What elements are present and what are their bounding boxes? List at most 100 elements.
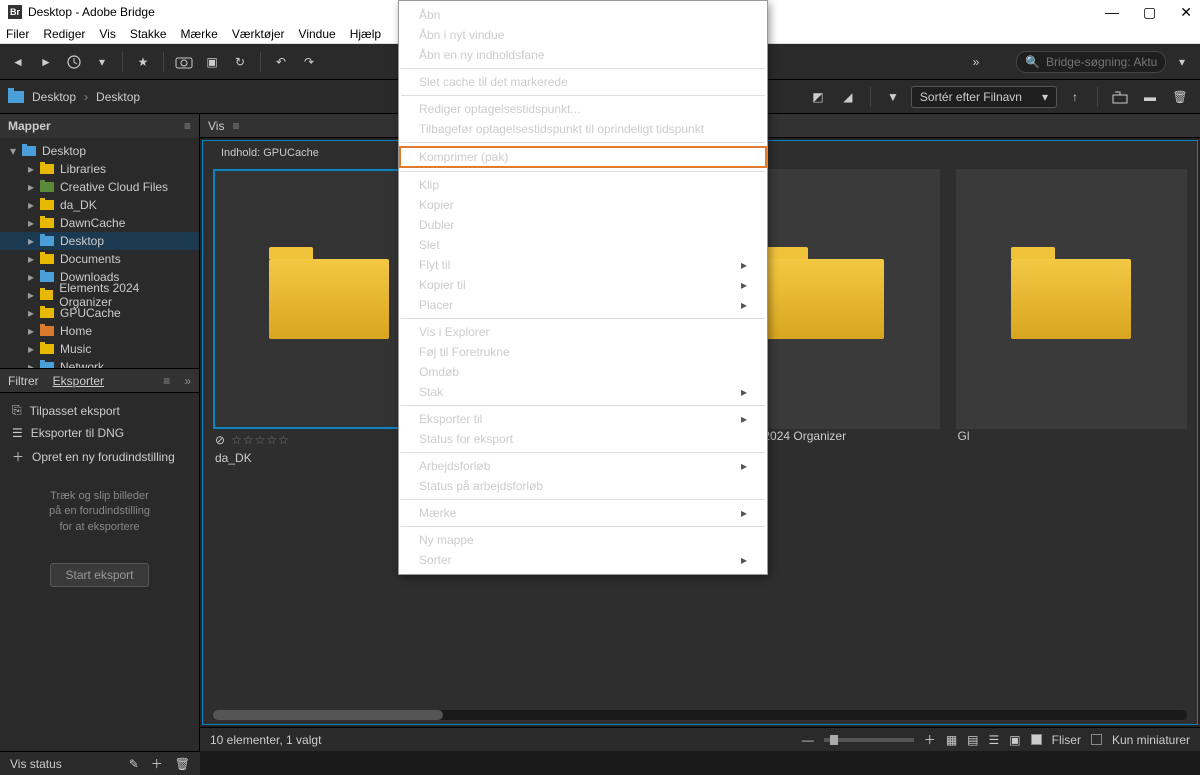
tree-item[interactable]: ▸Desktop [0, 232, 199, 250]
tree-item[interactable]: ▸Creative Cloud Files [0, 178, 199, 196]
back-button[interactable]: ◄ [6, 50, 30, 74]
new-preset-item[interactable]: ＋ Opret en ny forudindstilling [0, 444, 199, 469]
context-menu-item[interactable]: Flyt til▸ [399, 255, 767, 275]
sort-dropdown[interactable]: Sortér efter Filnavn ▾ [911, 86, 1057, 108]
trash-icon[interactable]: 🗑 [1168, 85, 1192, 109]
expand-arrow-icon[interactable]: ▸ [26, 324, 36, 338]
batch-button[interactable]: ▣ [200, 50, 224, 74]
context-menu-item[interactable]: Mærke▸ [399, 503, 767, 523]
expand-arrow-icon[interactable]: ▸ [26, 288, 36, 302]
zoom-slider[interactable] [824, 738, 914, 742]
sort-asc-button[interactable]: ↑ [1063, 85, 1087, 109]
rotate-ccw-button[interactable]: ↶ [269, 50, 293, 74]
context-menu-item[interactable]: Åbn [399, 5, 767, 25]
context-menu-item[interactable]: Stak▸ [399, 382, 767, 402]
view-mode-fill-icon[interactable]: ◢ [836, 85, 860, 109]
context-menu-item[interactable]: Føj til Foretrukne [399, 342, 767, 362]
tree-item[interactable]: ▸Documents [0, 250, 199, 268]
import-icon[interactable] [1108, 85, 1132, 109]
expand-arrow-icon[interactable]: ▸ [26, 342, 36, 356]
expand-arrow-icon[interactable]: ▾ [8, 144, 18, 158]
favorites-button[interactable]: ★ [131, 50, 155, 74]
expand-arrow-icon[interactable]: ▸ [26, 306, 36, 320]
new-folder-icon[interactable]: ▬ [1138, 85, 1162, 109]
menu-vindue[interactable]: Vindue [299, 27, 336, 41]
context-menu-item[interactable]: Status på arbejdsforløb [399, 476, 767, 496]
add-icon[interactable]: ＋ [151, 755, 163, 772]
start-export-button[interactable]: Start eksport [50, 563, 148, 587]
context-menu-item[interactable]: Eksporter til▸ [399, 409, 767, 429]
view-mode-icon[interactable]: ◩ [806, 85, 830, 109]
menu-mærke[interactable]: Mærke [181, 27, 218, 41]
context-menu-item[interactable]: Kopier [399, 195, 767, 215]
tree-item[interactable]: ▸Elements 2024 Organizer [0, 286, 199, 304]
context-menu-item[interactable]: Kopier til▸ [399, 275, 767, 295]
context-menu-item[interactable]: Vis i Explorer [399, 322, 767, 342]
context-menu-item[interactable]: Tilbagefør optagelsestidspunkt til oprin… [399, 119, 767, 139]
expand-arrow-icon[interactable]: ▸ [26, 234, 36, 248]
expand-arrow-icon[interactable]: ▸ [26, 198, 36, 212]
reveal-button[interactable]: ▾ [90, 50, 114, 74]
expand-arrow-icon[interactable]: ▸ [26, 270, 36, 284]
detail-view-icon[interactable]: ▣ [1009, 733, 1020, 747]
grid-view-icon[interactable]: ▦ [946, 733, 957, 747]
context-menu-item[interactable]: Åbn en ny indholdsfane [399, 45, 767, 65]
minimize-button[interactable]: — [1105, 4, 1119, 21]
context-menu-item[interactable]: Slet cache til det markerede [399, 72, 767, 92]
context-menu-item[interactable]: Åbn i nyt vindue [399, 25, 767, 45]
search-box[interactable]: 🔍 [1016, 51, 1166, 73]
panel-menu-icon[interactable]: ≡ [163, 374, 170, 388]
tree-item[interactable]: ▸Libraries [0, 160, 199, 178]
tree-item[interactable]: ▸da_DK [0, 196, 199, 214]
context-menu-item[interactable]: Arbejdsforløb▸ [399, 456, 767, 476]
context-menu-item[interactable]: Status for eksport [399, 429, 767, 449]
horizontal-scrollbar[interactable] [213, 710, 1187, 720]
context-menu-item[interactable]: Slet [399, 235, 767, 255]
rotate-cw-button[interactable]: ↷ [297, 50, 321, 74]
tree-item[interactable]: ▸Network [0, 358, 199, 368]
context-menu-item[interactable]: Sorter▸ [399, 550, 767, 570]
more-button[interactable]: » [964, 50, 988, 74]
menu-rediger[interactable]: Rediger [43, 27, 85, 41]
filter-funnel-icon[interactable]: ▼ [881, 85, 905, 109]
fliser-checkbox[interactable] [1031, 734, 1042, 745]
more-icon[interactable]: » [184, 374, 191, 388]
context-menu-item[interactable]: Komprimer (pak) [399, 146, 767, 168]
export-dng-item[interactable]: ☰ Eksporter til DNG [0, 422, 199, 444]
maximize-button[interactable]: ▢ [1143, 4, 1156, 21]
expand-arrow-icon[interactable]: ▸ [26, 252, 36, 266]
thumb-view-icon[interactable]: ▤ [967, 733, 978, 747]
menu-filer[interactable]: Filer [6, 27, 29, 41]
panel-menu-icon[interactable]: ≡ [184, 119, 191, 133]
delete-icon[interactable]: 🗑 [175, 757, 190, 771]
tree-item[interactable]: ▸Music [0, 340, 199, 358]
tab-export[interactable]: Eksporter [53, 374, 104, 388]
zoom-in-button[interactable]: ＋ [924, 731, 936, 748]
edit-icon[interactable]: ✎ [129, 757, 139, 771]
recent-menu[interactable] [62, 50, 86, 74]
expand-arrow-icon[interactable]: ▸ [26, 216, 36, 230]
menu-vis[interactable]: Vis [99, 27, 115, 41]
expand-arrow-icon[interactable]: ▸ [26, 360, 36, 368]
search-input[interactable] [1046, 55, 1157, 69]
custom-export-item[interactable]: ⎘ Tilpasset eksport [0, 399, 199, 422]
rating-stars[interactable]: ☆☆☆☆☆ [231, 433, 290, 447]
menu-værktøjer[interactable]: Værktøjer [232, 27, 285, 41]
breadcrumb-item[interactable]: Desktop [32, 90, 76, 104]
camera-button[interactable] [172, 50, 196, 74]
thumbnail-item[interactable]: Gl [956, 169, 1188, 684]
expand-arrow-icon[interactable]: ▸ [26, 162, 36, 176]
tree-item[interactable]: ▸DawnCache [0, 214, 199, 232]
expand-arrow-icon[interactable]: ▸ [26, 180, 36, 194]
list-view-icon[interactable]: ☰ [989, 733, 1000, 747]
menu-stakke[interactable]: Stakke [130, 27, 167, 41]
tree-item[interactable]: ▾Desktop [0, 142, 199, 160]
tree-item[interactable]: ▸Home [0, 322, 199, 340]
forward-button[interactable]: ► [34, 50, 58, 74]
zoom-out-button[interactable]: — [802, 733, 814, 747]
breadcrumb-item[interactable]: Desktop [96, 90, 140, 104]
tab-filter[interactable]: Filtrer [8, 374, 39, 388]
refresh-button[interactable]: ↻ [228, 50, 252, 74]
context-menu-item[interactable]: Rediger optagelsestidspunkt... [399, 99, 767, 119]
panel-menu-icon[interactable]: ≡ [232, 119, 239, 133]
